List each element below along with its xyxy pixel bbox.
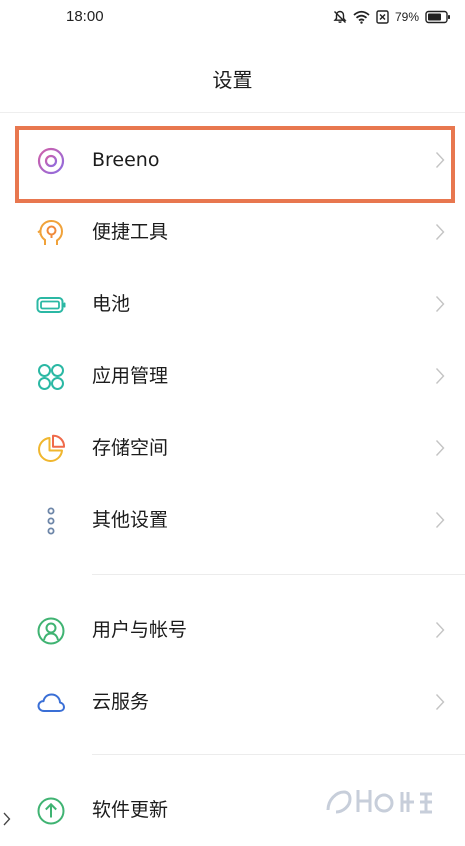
settings-item-app-management[interactable]: 应用管理 xyxy=(0,340,465,412)
settings-item-label: 存储空间 xyxy=(92,437,169,459)
watermark-logo xyxy=(326,790,432,814)
chevron-right-icon xyxy=(435,296,445,312)
settings-item-storage[interactable]: 存储空间 xyxy=(0,412,465,484)
settings-item-user-account[interactable]: 用户与帐号 xyxy=(0,594,465,666)
bell-muted-icon xyxy=(333,10,347,23)
head-bulb-icon xyxy=(37,219,64,245)
settings-item-label: 其他设置 xyxy=(92,509,169,531)
update-arrow-icon xyxy=(37,797,65,825)
settings-item-cloud-service[interactable]: 云服务 xyxy=(0,666,465,738)
status-time: 18:00 xyxy=(66,8,104,25)
battery-icon xyxy=(425,10,450,24)
page-title: 设置 xyxy=(212,68,253,92)
settings-item-label: 便捷工具 xyxy=(92,221,169,243)
settings-item-label: 云服务 xyxy=(92,691,150,713)
dots-icon xyxy=(47,507,55,535)
title-divider xyxy=(0,112,465,113)
settings-item-label: Breeno xyxy=(92,149,160,171)
settings-item-label: 用户与帐号 xyxy=(92,619,188,641)
section-divider xyxy=(92,754,465,755)
chevron-right-icon xyxy=(435,152,445,168)
settings-item-battery[interactable]: 电池 xyxy=(0,268,465,340)
pie-storage-icon xyxy=(38,434,65,462)
sim-off-icon xyxy=(376,10,389,24)
settings-item-label: 软件更新 xyxy=(92,799,169,821)
status-icons: 79% xyxy=(333,7,451,27)
battery-percent: 79% xyxy=(394,10,419,24)
settings-item-other[interactable]: 其他设置 xyxy=(0,484,465,556)
battery-setting-icon xyxy=(36,297,66,313)
title-bar: 设置 xyxy=(0,52,465,108)
user-icon xyxy=(37,617,65,645)
cloud-icon xyxy=(37,693,65,712)
section-divider xyxy=(92,574,465,575)
breeno-ring-icon xyxy=(37,147,65,175)
chevron-right-icon xyxy=(435,368,445,384)
settings-item-label: 应用管理 xyxy=(92,365,169,387)
settings-item-convenience-tools[interactable]: 便捷工具 xyxy=(0,196,465,268)
wifi-icon xyxy=(353,10,370,24)
status-bar: 18:00 79% xyxy=(0,0,465,36)
chevron-right-icon xyxy=(435,224,445,240)
chevron-right-icon xyxy=(435,622,445,638)
settings-item-label: 电池 xyxy=(92,293,131,315)
chevron-right-icon xyxy=(3,812,11,826)
chevron-right-icon xyxy=(435,440,445,456)
app-grid-icon xyxy=(38,364,64,390)
chevron-right-icon xyxy=(435,694,445,710)
settings-item-breeno[interactable]: Breeno xyxy=(0,124,465,196)
chevron-right-icon xyxy=(435,512,445,528)
